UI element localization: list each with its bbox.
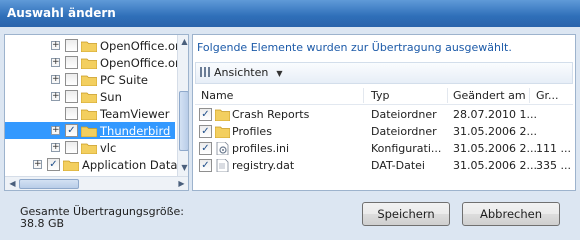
tree-item-openoffice-1[interactable]: + OpenOffice.or (5, 37, 180, 54)
tree-item-label: Application Data (82, 158, 178, 172)
folder-icon (214, 125, 231, 139)
tree-horizontal-scrollbar[interactable]: ◀ ▶ (5, 176, 188, 190)
window-title: Auswahl ändern (0, 0, 580, 27)
scroll-right-icon[interactable]: ▶ (175, 179, 188, 188)
tree-item-thunderbird[interactable]: + ✓ Thunderbird (5, 122, 175, 139)
file-modified: 31.05.2006 2... (453, 142, 537, 155)
file-modified: 31.05.2006 2... (453, 159, 537, 172)
folder-icon (63, 159, 79, 171)
column-divider[interactable] (363, 88, 364, 103)
tree-checkbox[interactable] (65, 73, 78, 86)
tree-checkbox[interactable] (65, 56, 78, 69)
file-modified: 28.07.2010 1... (453, 108, 537, 121)
views-label: Ansichten (214, 66, 269, 79)
folder-icon (81, 40, 97, 52)
column-name[interactable]: Name (201, 89, 233, 102)
tree-item-pc-suite[interactable]: + PC Suite (5, 71, 175, 88)
file-type: Dateiordner (371, 125, 437, 138)
folder-icon (81, 57, 97, 69)
file-checkbox[interactable]: ✓ (199, 108, 212, 121)
file-type: DAT-Datei (371, 159, 425, 172)
file-checkbox[interactable]: ✓ (199, 142, 212, 155)
file-row[interactable]: ✓ Crash Reports Dateiordner 28.07.2010 1… (195, 107, 573, 123)
file-row[interactable]: ✓ registry.dat DAT-Datei 31.05.2006 2...… (195, 158, 573, 174)
folder-icon (81, 142, 97, 154)
total-transfer-size: Gesamte Übertragungsgröße: 38.8 GB (20, 206, 184, 230)
selection-info-text: Folgende Elemente wurden zur Übertragung… (197, 41, 512, 54)
views-icon (200, 67, 210, 77)
expand-icon[interactable]: + (51, 92, 60, 101)
folder-icon (81, 108, 97, 120)
file-type: Konfigurati... (371, 142, 442, 155)
tree-item-label: Thunderbird (100, 124, 171, 138)
chevron-down-icon: ▼ (276, 69, 283, 78)
scroll-up-icon[interactable]: ▲ (178, 37, 188, 46)
tree-checkbox[interactable]: ✓ (65, 124, 78, 137)
scroll-thumb[interactable] (179, 91, 188, 151)
file-name: registry.dat (232, 159, 295, 172)
expand-icon[interactable]: + (51, 75, 60, 84)
folder-icon (81, 74, 97, 86)
tree-item-label: PC Suite (100, 73, 148, 87)
file-row[interactable]: ✓ Profiles Dateiordner 31.05.2006 2... (195, 124, 573, 140)
folder-icon (81, 91, 97, 103)
expand-icon[interactable]: + (51, 41, 60, 50)
expand-icon[interactable]: + (33, 160, 42, 169)
tree-checkbox[interactable]: ✓ (47, 158, 60, 171)
file-name: Profiles (232, 125, 272, 138)
scroll-thumb[interactable] (19, 179, 79, 189)
tree-item-label: OpenOffice.or (100, 56, 180, 70)
column-divider[interactable] (529, 88, 530, 103)
column-type[interactable]: Typ (371, 89, 390, 102)
file-type: Dateiordner (371, 108, 437, 121)
scroll-down-icon[interactable]: ▼ (178, 163, 188, 172)
folder-icon (214, 108, 231, 122)
tree-item-label: OpenOffice.or (100, 39, 180, 53)
tree-checkbox[interactable] (65, 39, 78, 52)
tree-checkbox[interactable] (65, 141, 78, 154)
tree-item-openoffice-2[interactable]: + OpenOffice.or (5, 54, 180, 71)
tree-item-label: Sun (100, 90, 122, 104)
folder-tree[interactable]: + OpenOffice.or + OpenOffice.or + PC Sui… (4, 34, 189, 191)
file-name: Crash Reports (232, 108, 310, 121)
save-button[interactable]: Speichern (362, 202, 450, 226)
selection-panel: Folgende Elemente wurden zur Übertragung… (192, 34, 576, 191)
cancel-button[interactable]: Abbrechen (462, 202, 560, 226)
column-modified[interactable]: Geändert am (453, 89, 526, 102)
folder-icon (81, 125, 97, 137)
dat-file-icon (215, 158, 230, 173)
ini-file-icon (215, 141, 230, 156)
file-checkbox[interactable]: ✓ (199, 159, 212, 172)
tree-item-sun[interactable]: + Sun (5, 88, 175, 105)
file-size: 335 ... (536, 159, 571, 172)
views-button[interactable]: Ansichten ▼ (200, 66, 283, 82)
view-toolbar: Ansichten ▼ (195, 62, 573, 84)
file-name: profiles.ini (232, 142, 290, 155)
column-size[interactable]: Gr... (536, 89, 559, 102)
column-divider[interactable] (447, 88, 448, 103)
tree-vertical-scrollbar[interactable]: ▲ ▼ (177, 35, 188, 176)
tree-item-application-data[interactable]: + ✓ Application Data (5, 156, 178, 173)
tree-checkbox[interactable] (65, 90, 78, 103)
tree-item-vlc[interactable]: + vlc (5, 139, 175, 156)
total-size-value: 38.8 GB (20, 217, 65, 230)
tree-item-label: TeamViewer (100, 107, 170, 121)
file-modified: 31.05.2006 2... (453, 125, 537, 138)
scroll-left-icon[interactable]: ◀ (6, 179, 19, 188)
expand-icon[interactable]: + (51, 58, 60, 67)
expand-icon[interactable]: + (51, 143, 60, 152)
file-checkbox[interactable]: ✓ (199, 125, 212, 138)
file-row[interactable]: ✓ profiles.ini Konfigurati... 31.05.2006… (195, 141, 573, 157)
tree-item-teamviewer[interactable]: TeamViewer (5, 105, 175, 122)
expand-icon[interactable]: + (51, 126, 60, 135)
tree-item-label: vlc (100, 141, 117, 155)
file-list-header: Name Typ Geändert am Gr... (195, 86, 573, 105)
file-size: 111 ... (536, 142, 571, 155)
tree-checkbox[interactable] (65, 107, 78, 120)
